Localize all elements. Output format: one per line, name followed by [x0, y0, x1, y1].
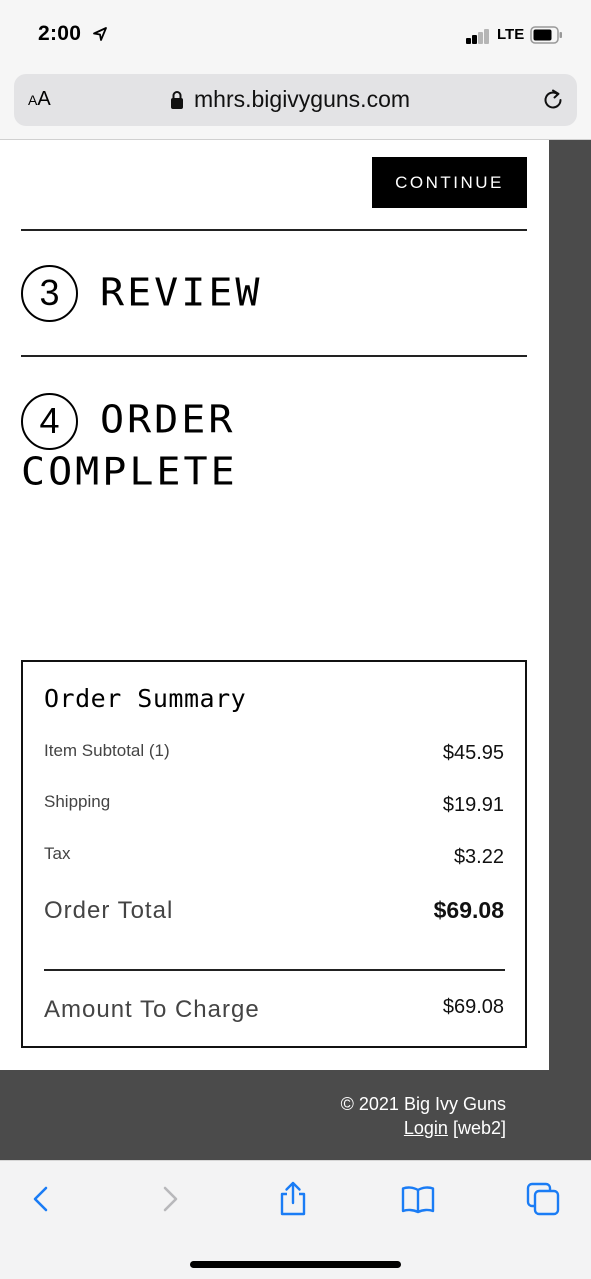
site-footer: © 2021 Big Ivy Guns Login [web2]: [0, 1070, 549, 1160]
subtotal-label: Item Subtotal (1): [44, 741, 170, 760]
location-arrow-icon: [93, 27, 107, 41]
bookmarks-icon[interactable]: [400, 1181, 436, 1217]
summary-divider: [44, 969, 505, 971]
step-title-review[interactable]: REVIEW: [100, 271, 263, 315]
tax-value: $3.22: [453, 846, 504, 868]
forward-icon[interactable]: [151, 1181, 187, 1217]
reload-icon[interactable]: [541, 88, 565, 112]
tabs-icon[interactable]: [525, 1181, 561, 1217]
order-total-label: Order Total: [44, 897, 174, 924]
order-summary-panel: Order Summary Item Subtotal (1) $45.95 S…: [21, 660, 527, 1048]
shipping-value: $19.91: [442, 794, 504, 816]
browser-toolbar: [0, 1160, 591, 1279]
amount-to-charge-label: Amount To Charge: [44, 996, 260, 1023]
status-bar: 2:00 LTE: [0, 0, 591, 70]
step-number-badge: 3: [21, 265, 78, 322]
divider: [21, 229, 527, 231]
text-size-button[interactable]: AA: [28, 88, 51, 111]
shipping-label: Shipping: [44, 792, 111, 811]
back-icon[interactable]: [24, 1181, 60, 1217]
signal-strength-icon: [466, 28, 494, 44]
tax-label: Tax: [44, 844, 71, 863]
step-title-order-complete: ORDER: [100, 398, 236, 442]
address-bar[interactable]: AA mhrs.bigivyguns.com: [14, 74, 577, 126]
network-type: LTE: [497, 26, 525, 43]
copyright-text: © 2021 Big Ivy Guns: [340, 1094, 506, 1114]
url-text[interactable]: mhrs.bigivyguns.com: [194, 86, 410, 113]
order-total-value: $69.08: [433, 897, 504, 923]
step-title-order-complete-line2: COMPLETE: [21, 450, 238, 494]
amount-to-charge-value: $69.08: [442, 996, 504, 1018]
lock-icon: [171, 91, 183, 109]
battery-icon: [530, 26, 562, 44]
step-number-badge: 4: [21, 393, 78, 450]
order-summary-title: Order Summary: [44, 684, 247, 713]
checkout-page: CONTINUE 3 REVIEW 4 ORDER COMPLETE Order…: [0, 140, 549, 1070]
home-indicator: [190, 1261, 401, 1268]
page-side-gutter: [549, 140, 591, 1160]
continue-button[interactable]: CONTINUE: [372, 157, 527, 208]
share-icon[interactable]: [275, 1181, 311, 1217]
status-time: 2:00: [38, 22, 82, 45]
divider: [21, 355, 527, 357]
login-link[interactable]: Login: [404, 1118, 448, 1138]
subtotal-value: $45.95: [442, 742, 504, 764]
footer-links: Login [web2]: [404, 1118, 506, 1139]
build-tag: [web2]: [452, 1118, 506, 1138]
